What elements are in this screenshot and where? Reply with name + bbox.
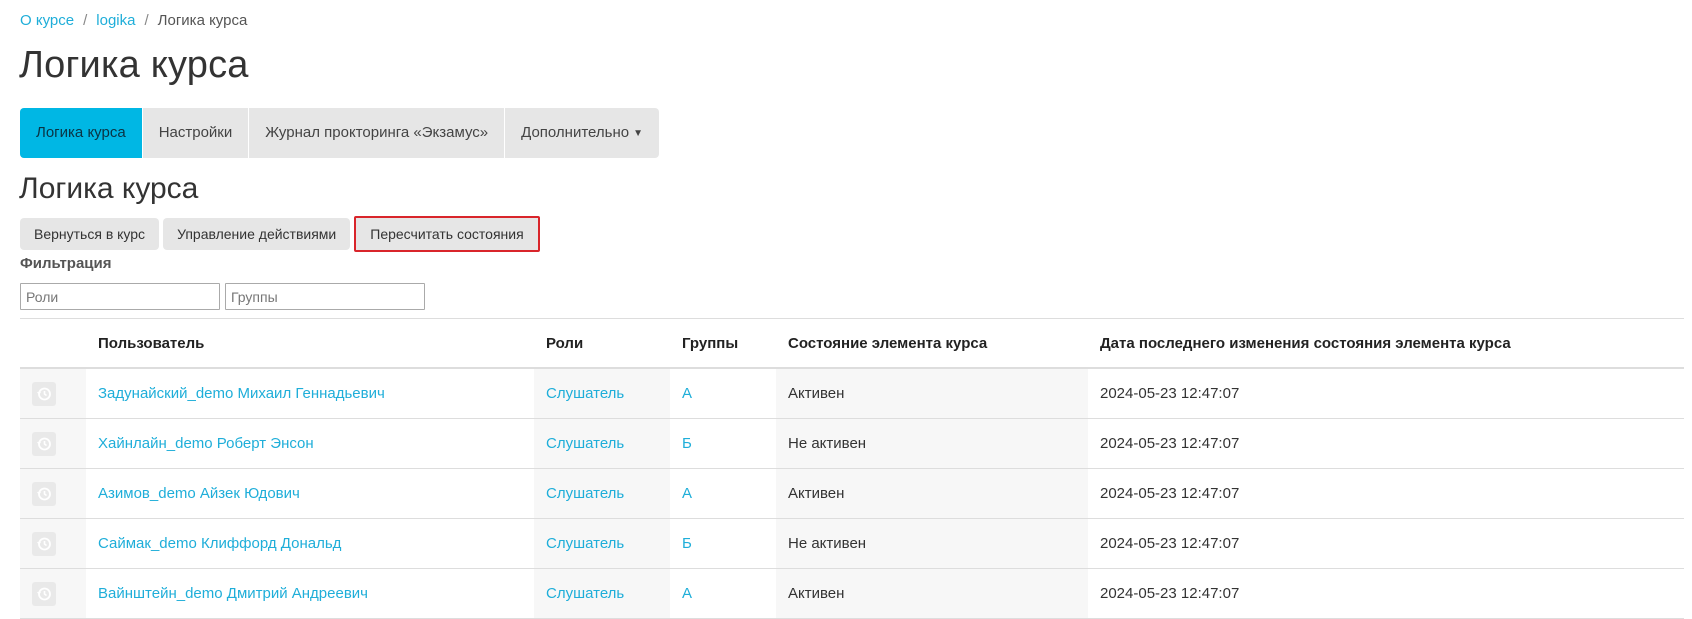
role-cell: Слушатель <box>534 518 670 569</box>
manage-actions-button[interactable]: Управление действиями <box>163 218 351 250</box>
history-cell <box>20 518 86 569</box>
date-cell: 2024-05-23 12:47:07 <box>1088 468 1684 519</box>
user-link[interactable]: Саймак_demo Клиффорд Дональд <box>98 535 341 552</box>
column-header-date: Дата последнего изменения состояния элем… <box>1088 318 1684 369</box>
history-icon[interactable] <box>32 381 56 406</box>
state-cell: Активен <box>776 368 1088 419</box>
users-state-table: Пользователь Роли Группы Состояние элеме… <box>20 318 1684 619</box>
user-cell: Саймак_demo Клиффорд Дональд <box>86 518 534 569</box>
group-cell: А <box>670 568 776 619</box>
date-cell: 2024-05-23 12:47:07 <box>1088 418 1684 469</box>
state-cell: Не активен <box>776 518 1088 569</box>
page-title: Логика курса <box>19 44 249 86</box>
tab-course-logic[interactable]: Логика курса <box>20 108 143 158</box>
history-cell <box>20 568 86 619</box>
tab-settings[interactable]: Настройки <box>143 108 250 158</box>
breadcrumb-separator: / <box>83 12 88 29</box>
group-link[interactable]: Б <box>682 435 692 452</box>
breadcrumb: О курсе / logika / Логика курса <box>20 12 247 29</box>
column-header-groups: Группы <box>670 318 776 369</box>
group-link[interactable]: А <box>682 385 692 402</box>
recalculate-states-button[interactable]: Пересчитать состояния <box>354 216 540 252</box>
section-title: Логика курса <box>19 172 199 205</box>
column-header-user: Пользователь <box>86 318 534 369</box>
tab-bar: Логика курса Настройки Журнал прокторинг… <box>20 108 659 158</box>
filter-label: Фильтрация <box>20 255 112 272</box>
user-cell: Хайнлайн_demo Роберт Энсон <box>86 418 534 469</box>
history-icon[interactable] <box>32 531 56 556</box>
breadcrumb-current: Логика курса <box>157 12 248 29</box>
history-icon[interactable] <box>32 481 56 506</box>
column-header-icon <box>20 318 86 369</box>
role-link[interactable]: Слушатель <box>546 585 624 602</box>
role-link[interactable]: Слушатель <box>546 485 624 502</box>
role-cell: Слушатель <box>534 418 670 469</box>
user-cell: Вайнштейн_demo Дмитрий Андреевич <box>86 568 534 619</box>
back-to-course-button[interactable]: Вернуться в курс <box>20 218 160 250</box>
group-link[interactable]: Б <box>682 535 692 552</box>
role-cell: Слушатель <box>534 568 670 619</box>
column-header-state: Состояние элемента курса <box>776 318 1088 369</box>
history-cell <box>20 418 86 469</box>
chevron-down-icon: ▼ <box>633 128 643 139</box>
date-cell: 2024-05-23 12:47:07 <box>1088 518 1684 569</box>
user-link[interactable]: Вайнштейн_demo Дмитрий Андреевич <box>98 585 368 602</box>
history-cell <box>20 468 86 519</box>
course-logic-page: О курсе / logika / Логика курса Логика курса… <box>0 0 1692 619</box>
table-header-row: Пользователь Роли Группы Состояние элеме… <box>20 318 1684 369</box>
roles-filter-input[interactable] <box>20 283 220 310</box>
group-cell: Б <box>670 418 776 469</box>
user-link[interactable]: Хайнлайн_demo Роберт Энсон <box>98 435 314 452</box>
table-row: Азимов_demo Айзек Юдович Слушатель А Акт… <box>20 468 1684 519</box>
date-cell: 2024-05-23 12:47:07 <box>1088 568 1684 619</box>
group-cell: Б <box>670 518 776 569</box>
state-cell: Активен <box>776 568 1088 619</box>
breadcrumb-separator: / <box>144 12 149 29</box>
user-cell: Азимов_demo Айзек Юдович <box>86 468 534 519</box>
table-row: Вайнштейн_demo Дмитрий Андреевич Слушате… <box>20 568 1684 619</box>
history-icon[interactable] <box>32 581 56 606</box>
role-link[interactable]: Слушатель <box>546 535 624 552</box>
breadcrumb-link-about-course[interactable]: О курсе <box>20 12 74 29</box>
history-cell <box>20 368 86 419</box>
table-row: Задунайский_demo Михаил Геннадьевич Слуш… <box>20 368 1684 419</box>
role-link[interactable]: Слушатель <box>546 385 624 402</box>
group-cell: А <box>670 468 776 519</box>
state-cell: Не активен <box>776 418 1088 469</box>
role-cell: Слушатель <box>534 468 670 519</box>
tab-proctoring-log[interactable]: Журнал прокторинга «Экзамус» <box>249 108 506 158</box>
tab-more[interactable]: Дополнительно ▼ <box>505 108 659 158</box>
breadcrumb-link-logika[interactable]: logika <box>96 12 135 29</box>
filter-bar <box>20 283 430 310</box>
state-cell: Активен <box>776 468 1088 519</box>
role-link[interactable]: Слушатель <box>546 435 624 452</box>
group-link[interactable]: А <box>682 585 692 602</box>
groups-filter-input[interactable] <box>225 283 425 310</box>
user-link[interactable]: Азимов_demo Айзек Юдович <box>98 485 300 502</box>
table-row: Хайнлайн_demo Роберт Энсон Слушатель Б Н… <box>20 418 1684 469</box>
role-cell: Слушатель <box>534 368 670 419</box>
date-cell: 2024-05-23 12:47:07 <box>1088 368 1684 419</box>
action-buttons: Вернуться в курс Управление действиями П… <box>20 216 544 252</box>
group-link[interactable]: А <box>682 485 692 502</box>
user-link[interactable]: Задунайский_demo Михаил Геннадьевич <box>98 385 385 402</box>
column-header-roles: Роли <box>534 318 670 369</box>
user-cell: Задунайский_demo Михаил Геннадьевич <box>86 368 534 419</box>
history-icon[interactable] <box>32 431 56 456</box>
group-cell: А <box>670 368 776 419</box>
tab-more-label: Дополнительно <box>521 124 630 141</box>
table-row: Саймак_demo Клиффорд Дональд Слушатель Б… <box>20 518 1684 569</box>
